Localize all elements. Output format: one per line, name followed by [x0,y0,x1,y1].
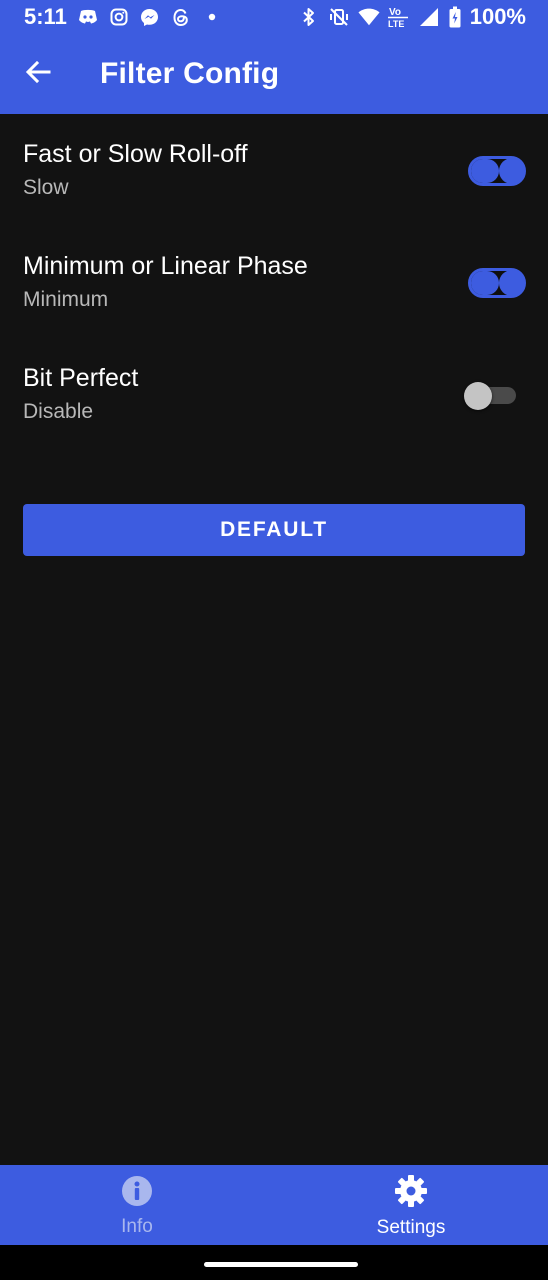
setting-phase[interactable]: Minimum or Linear Phase Minimum [0,226,548,338]
gesture-handle[interactable] [204,1262,358,1267]
discord-icon [77,6,99,28]
system-status-icons: Vo LTE 100% [298,4,526,30]
toggle-thumb [464,382,492,410]
arrow-left-icon [24,58,52,91]
setting-rolloff[interactable]: Fast or Slow Roll-off Slow [0,114,548,226]
battery-icon [448,6,462,28]
setting-bit-perfect[interactable]: Bit Perfect Disable [0,338,548,450]
nav-item-settings[interactable]: Settings [274,1165,548,1245]
nav-label: Info [121,1215,153,1237]
toggle-fill [471,271,499,295]
toggle-thumb [499,270,525,296]
setting-title: Bit Perfect [23,364,139,392]
notification-icons [77,6,223,28]
nav-item-info[interactable]: Info [0,1165,274,1245]
svg-text:LTE: LTE [388,19,404,29]
signal-icon [418,6,440,28]
setting-title: Minimum or Linear Phase [23,252,308,280]
toggle-thumb [499,158,525,184]
vibrate-off-icon [328,6,350,28]
setting-value: Disable [23,400,94,423]
settings-list: Fast or Slow Roll-off Slow Minimum or Li… [0,114,548,450]
dot-icon [201,6,223,28]
bit-perfect-toggle[interactable] [464,380,526,410]
app-bar: Filter Config [0,34,548,114]
rolloff-toggle[interactable] [468,156,526,186]
bluetooth-icon [298,6,320,28]
status-bar: 5:11 Vo LTE 100% [0,0,548,34]
back-button[interactable] [0,34,78,114]
gesture-area [0,1245,548,1280]
page-title: Filter Config [100,57,280,90]
status-time: 5:11 [24,4,67,29]
battery-percent: 100% [469,4,526,29]
nav-label: Settings [376,1216,446,1238]
setting-value: Minimum [23,288,109,311]
setting-value: Slow [23,176,69,199]
gear-icon [394,1174,428,1213]
volte-icon: Vo LTE [387,6,410,29]
setting-title: Fast or Slow Roll-off [23,140,248,168]
default-button[interactable]: DEFAULT [23,504,525,556]
screen: 5:11 Vo LTE 100% Filter Config Fast or S… [0,0,548,1280]
instagram-icon [108,6,130,28]
threads-icon [170,6,192,28]
toggle-fill [471,159,499,183]
phase-toggle[interactable] [468,268,526,298]
bottom-nav: Info Settings [0,1165,548,1245]
messenger-icon [139,6,161,28]
wifi-icon [358,6,380,28]
info-icon [121,1175,153,1212]
svg-text:Vo: Vo [389,7,401,18]
